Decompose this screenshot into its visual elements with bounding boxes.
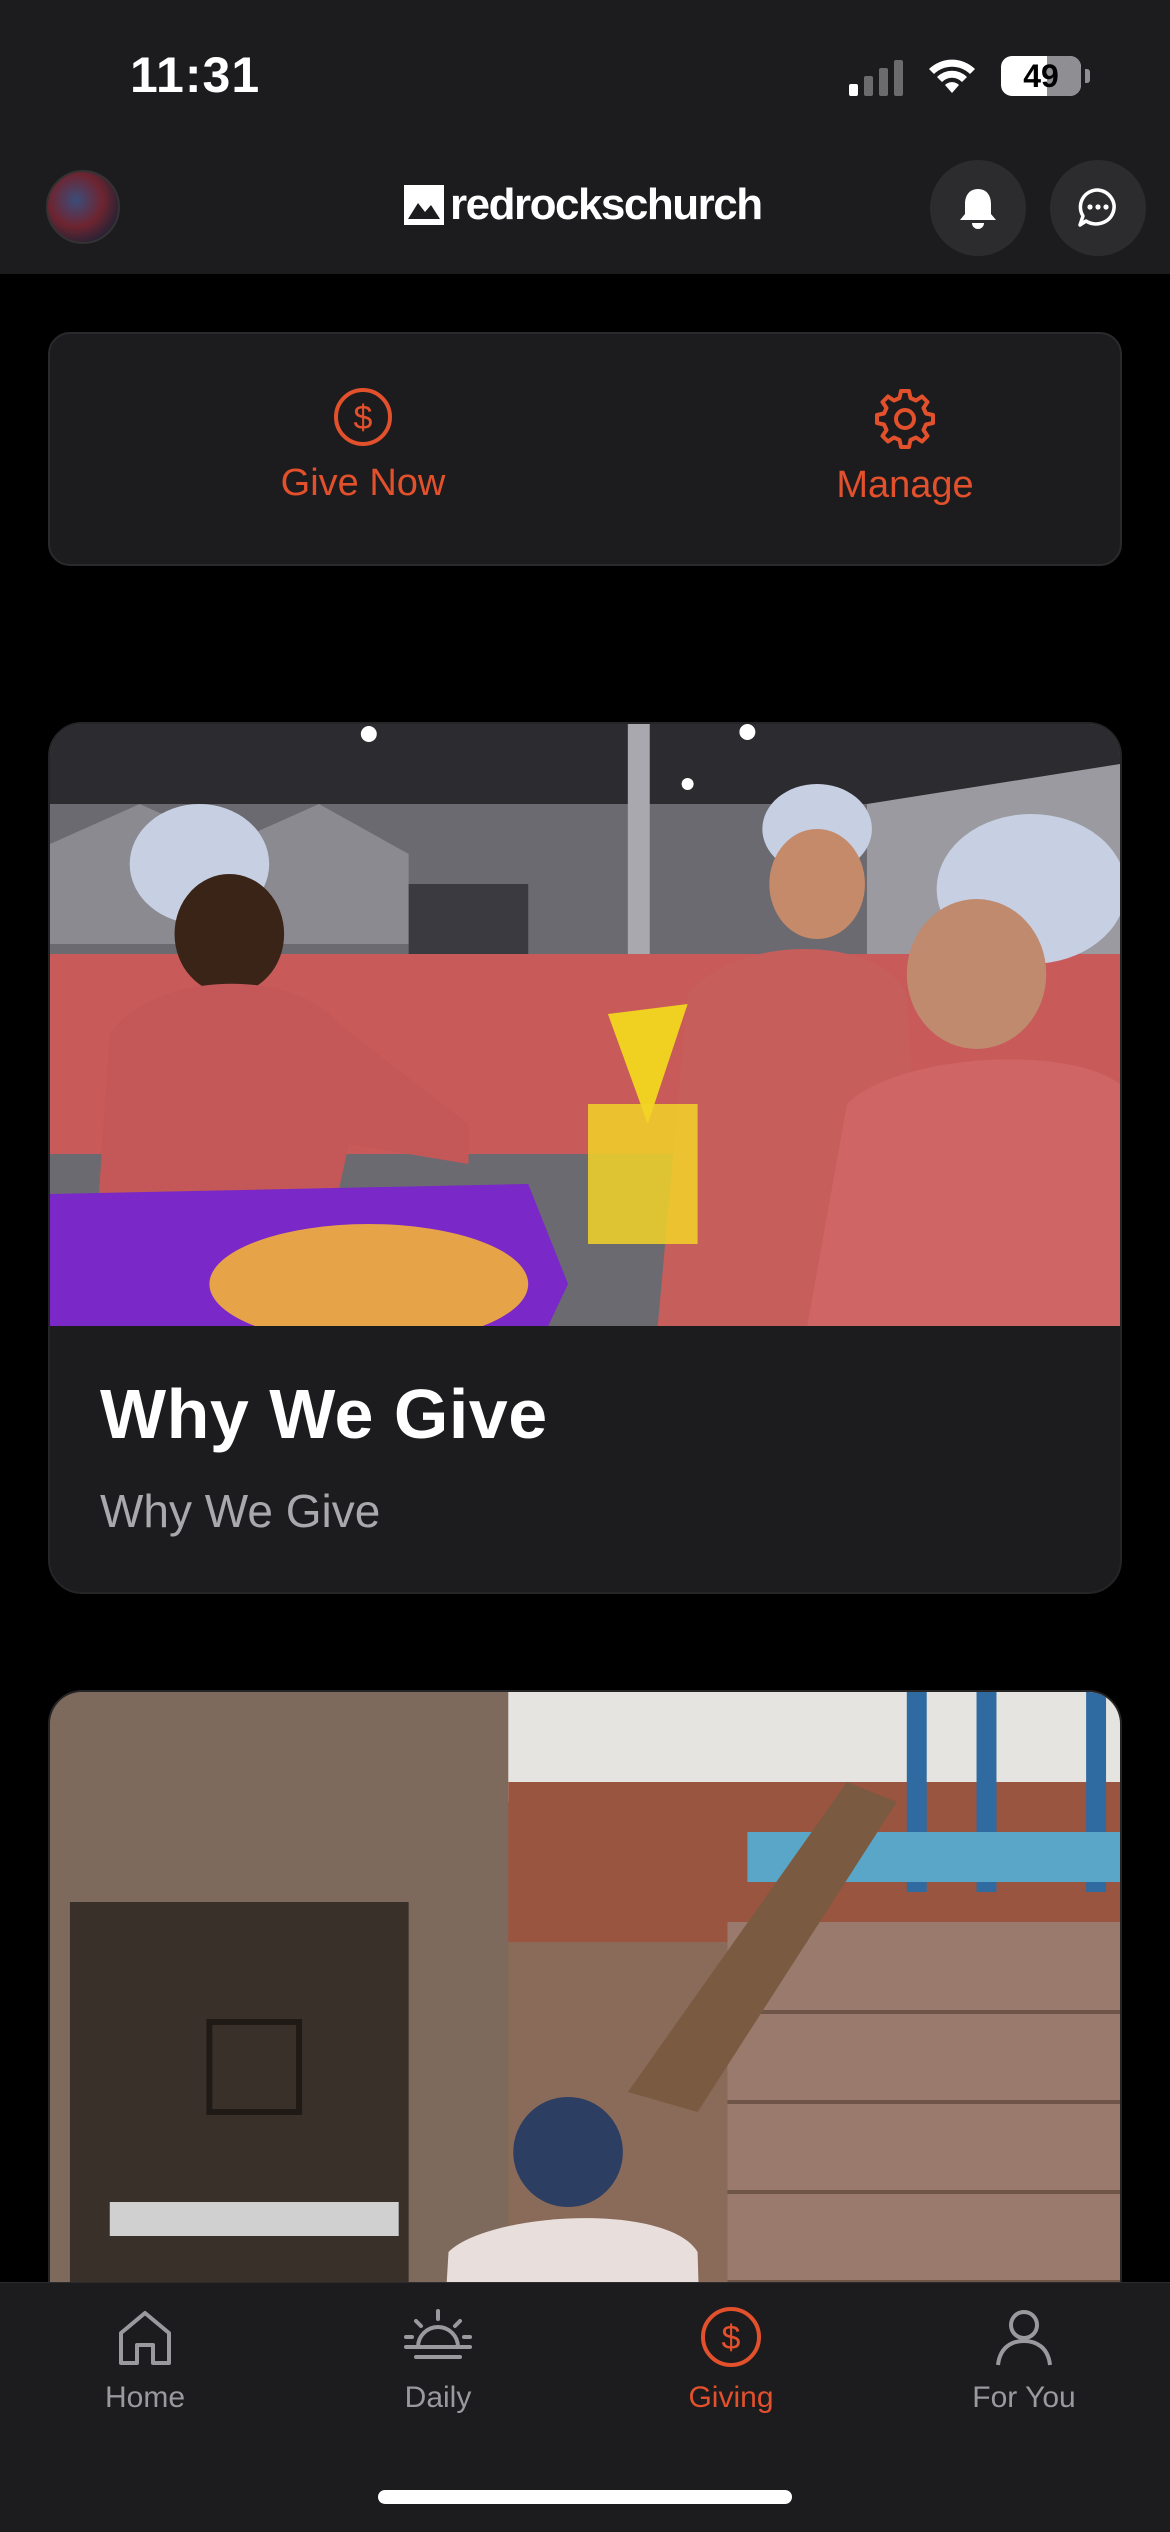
app-header: redrockschurch [0, 150, 1170, 274]
gear-icon [875, 389, 935, 449]
card-title: Why We Give [100, 1375, 548, 1453]
tab-home-label: Home [104, 2381, 186, 2414]
manage-label: Manage [836, 464, 974, 506]
home-indicator [378, 2490, 792, 2504]
brand-logo-icon [404, 185, 444, 225]
svg-text:$: $ [722, 2319, 741, 2357]
notifications-button[interactable] [930, 160, 1026, 256]
give-now-label: Give Now [280, 462, 446, 504]
card-text: Why We Give Why We Give [100, 1374, 548, 1538]
tab-giving[interactable]: $ Giving [611, 2305, 851, 2415]
status-icons: 49 [849, 56, 1090, 96]
why-we-give-card[interactable]: Why We Give Why We Give [48, 722, 1122, 1594]
tab-giving-label: Giving [688, 2381, 774, 2414]
person-icon [996, 2310, 1052, 2366]
messages-button[interactable] [1050, 160, 1146, 256]
svg-text:$: $ [354, 399, 373, 437]
tab-for-you-label: For You [972, 2381, 1076, 2414]
battery-icon: 49 [1001, 56, 1081, 96]
tab-daily[interactable]: Daily [318, 2305, 558, 2415]
give-now-button[interactable]: $ Give Now [183, 386, 543, 505]
chat-bubble-icon [1078, 188, 1116, 227]
giving-actions-card: $ Give Now Manage [48, 332, 1122, 566]
cellular-signal-icon [849, 56, 903, 96]
avatar[interactable] [46, 170, 120, 244]
volunteers-photo [50, 724, 1120, 1326]
tab-for-you[interactable]: For You [904, 2305, 1144, 2415]
dollar-circle-icon: $ [334, 388, 392, 446]
tab-daily-label: Daily [404, 2381, 472, 2414]
tab-home[interactable]: Home [25, 2305, 265, 2415]
wifi-icon [929, 59, 975, 93]
brand: redrockschurch [404, 180, 763, 230]
card-subtitle: Why We Give [100, 1485, 381, 1537]
brand-name: redrockschurch [450, 180, 763, 229]
battery-percent: 49 [1023, 57, 1059, 94]
bell-icon [960, 189, 996, 229]
status-bar: 11:31 49 [0, 0, 1170, 150]
manage-button[interactable]: Manage [725, 386, 1085, 507]
house-icon [119, 2311, 171, 2365]
sunrise-icon [404, 2309, 472, 2359]
dollar-circle-icon: $ [701, 2307, 761, 2367]
status-time: 11:31 [130, 47, 261, 103]
battery-tip [1085, 69, 1090, 83]
